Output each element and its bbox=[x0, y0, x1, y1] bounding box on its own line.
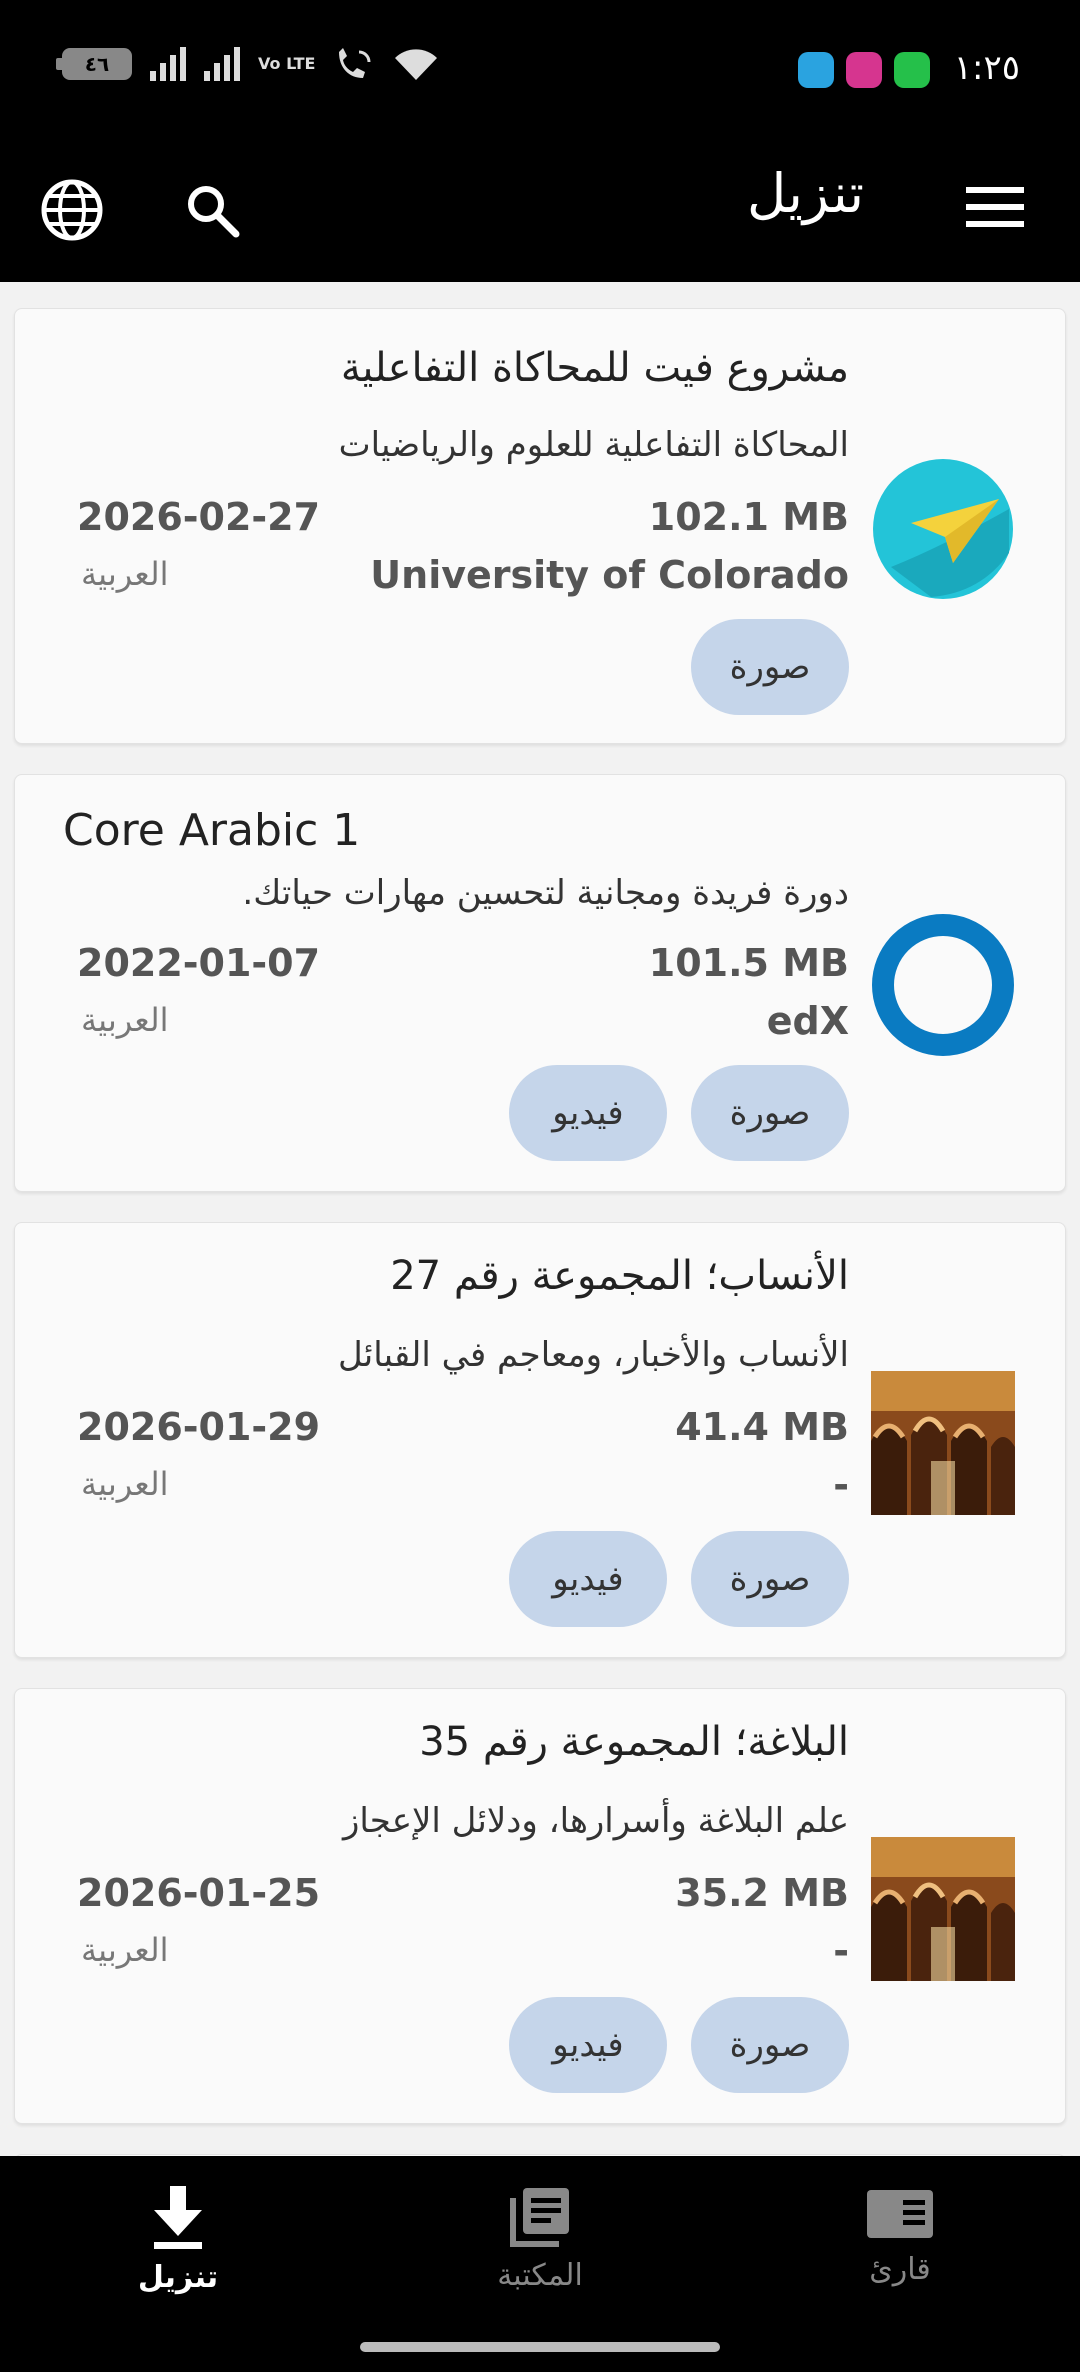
card-title: البلاغة؛ المجموعة رقم 35 bbox=[419, 1719, 849, 1765]
catalog-list[interactable]: مشروع فيت للمحاكاة التفاعلية المحاكاة ال… bbox=[0, 290, 1080, 2156]
card-publisher: - bbox=[833, 1463, 849, 1507]
tag-chip-image[interactable]: صورة bbox=[691, 1997, 849, 2093]
card-publisher: University of Colorado bbox=[370, 553, 849, 597]
card-size: 102.1 MB bbox=[648, 495, 849, 539]
search-icon bbox=[188, 186, 240, 238]
app-icon bbox=[846, 52, 882, 88]
reader-icon bbox=[867, 2190, 933, 2238]
whatsapp-icon bbox=[894, 52, 930, 88]
download-icon bbox=[154, 2186, 202, 2249]
status-icons: ٤٦ Vo LTE bbox=[56, 46, 441, 82]
home-indicator[interactable] bbox=[360, 2342, 720, 2352]
card-language: العربية bbox=[81, 555, 169, 593]
card-date: 2026-02-27 bbox=[77, 495, 321, 539]
card-tags: صورة فيديو bbox=[509, 1065, 849, 1161]
card-title: الأنساب؛ المجموعة رقم 27 bbox=[390, 1253, 849, 1299]
nav-library[interactable]: المكتبة bbox=[440, 2186, 640, 2293]
menu-icon bbox=[966, 187, 1024, 227]
tag-chip-image[interactable]: صورة bbox=[691, 1065, 849, 1161]
telegram-icon bbox=[798, 52, 834, 88]
wifi-call-icon bbox=[339, 48, 371, 78]
edx-logo bbox=[872, 914, 1014, 1056]
battery-level: ٤٦ bbox=[84, 52, 110, 76]
status-bar: ٤٦ Vo LTE ١:٢٥ bbox=[0, 0, 1080, 140]
card-description: المحاكاة التفاعلية للعلوم والرياضيات bbox=[338, 425, 849, 465]
catalog-card[interactable]: مشروع فيت للمحاكاة التفاعلية المحاكاة ال… bbox=[14, 308, 1066, 744]
card-tags: صورة فيديو bbox=[509, 1997, 849, 2093]
tag-chip-video[interactable]: فيديو bbox=[509, 1531, 667, 1627]
menu-button[interactable] bbox=[960, 172, 1030, 242]
nav-library-label: المكتبة bbox=[497, 2258, 583, 2293]
card-tags: صورة فيديو bbox=[509, 1531, 849, 1627]
catalog-card[interactable]: Core Arabic 1 دورة فريدة ومجانية لتحسين … bbox=[14, 774, 1066, 1192]
card-date: 2026-01-25 bbox=[77, 1871, 321, 1915]
tag-chip-video[interactable]: فيديو bbox=[509, 1997, 667, 2093]
nav-download-label: تنزيل bbox=[137, 2260, 219, 2295]
card-size: 101.5 MB bbox=[648, 941, 849, 985]
phet-logo bbox=[873, 459, 1013, 599]
page-title: تنزيل bbox=[746, 162, 864, 225]
tag-chip-video[interactable]: فيديو bbox=[509, 1065, 667, 1161]
catalog-card[interactable]: الأنساب؛ المجموعة رقم 27 الأنساب والأخبا… bbox=[14, 1222, 1066, 1658]
card-description: علم البلاغة وأسرارها، ودلائل الإعجاز bbox=[342, 1801, 849, 1841]
card-size: 35.2 MB bbox=[675, 1871, 849, 1915]
top-app-bar: تنزيل bbox=[0, 140, 1080, 282]
nav-reader-label: قارئ bbox=[869, 2252, 931, 2287]
card-language: العربية bbox=[81, 1001, 169, 1039]
wifi-icon bbox=[395, 49, 438, 80]
card-tags: صورة bbox=[691, 619, 849, 715]
tag-chip-image[interactable]: صورة bbox=[691, 1531, 849, 1627]
card-title: مشروع فيت للمحاكاة التفاعلية bbox=[340, 345, 849, 391]
catalog-card[interactable]: البلاغة؛ المجموعة رقم 35 علم البلاغة وأس… bbox=[14, 1688, 1066, 2124]
card-size: 41.4 MB bbox=[675, 1405, 849, 1449]
clock: ١:٢٥ bbox=[953, 48, 1020, 88]
notification-icons bbox=[798, 52, 930, 88]
signal-icon bbox=[150, 47, 186, 81]
bottom-navigation: تنزيل المكتبة قارئ bbox=[0, 2156, 1080, 2372]
card-title: Core Arabic 1 bbox=[63, 805, 361, 856]
card-language: العربية bbox=[81, 1931, 169, 1969]
battery-icon: ٤٦ bbox=[56, 48, 132, 80]
mosque-arches-thumbnail bbox=[871, 1837, 1015, 1981]
signal-icon-2 bbox=[204, 47, 240, 81]
card-language: العربية bbox=[81, 1465, 169, 1503]
card-description: الأنساب والأخبار، ومعاجم في القبائل bbox=[338, 1335, 849, 1375]
nav-reader[interactable]: قارئ bbox=[800, 2186, 1000, 2287]
tag-chip-image[interactable]: صورة bbox=[691, 619, 849, 715]
mosque-arches-thumbnail bbox=[871, 1371, 1015, 1515]
globe-icon bbox=[41, 179, 103, 241]
card-publisher: - bbox=[833, 1929, 849, 1973]
language-button[interactable] bbox=[32, 170, 112, 250]
card-date: 2026-01-29 bbox=[77, 1405, 321, 1449]
search-button[interactable] bbox=[172, 170, 252, 250]
nav-download[interactable]: تنزيل bbox=[78, 2186, 278, 2295]
volte-label: Vo LTE bbox=[258, 54, 316, 73]
library-icon bbox=[510, 2188, 569, 2247]
card-description: دورة فريدة ومجانية لتحسين مهارات حياتك. bbox=[242, 873, 849, 913]
card-date: 2022-01-07 bbox=[77, 941, 321, 985]
card-publisher: edX bbox=[766, 999, 849, 1043]
